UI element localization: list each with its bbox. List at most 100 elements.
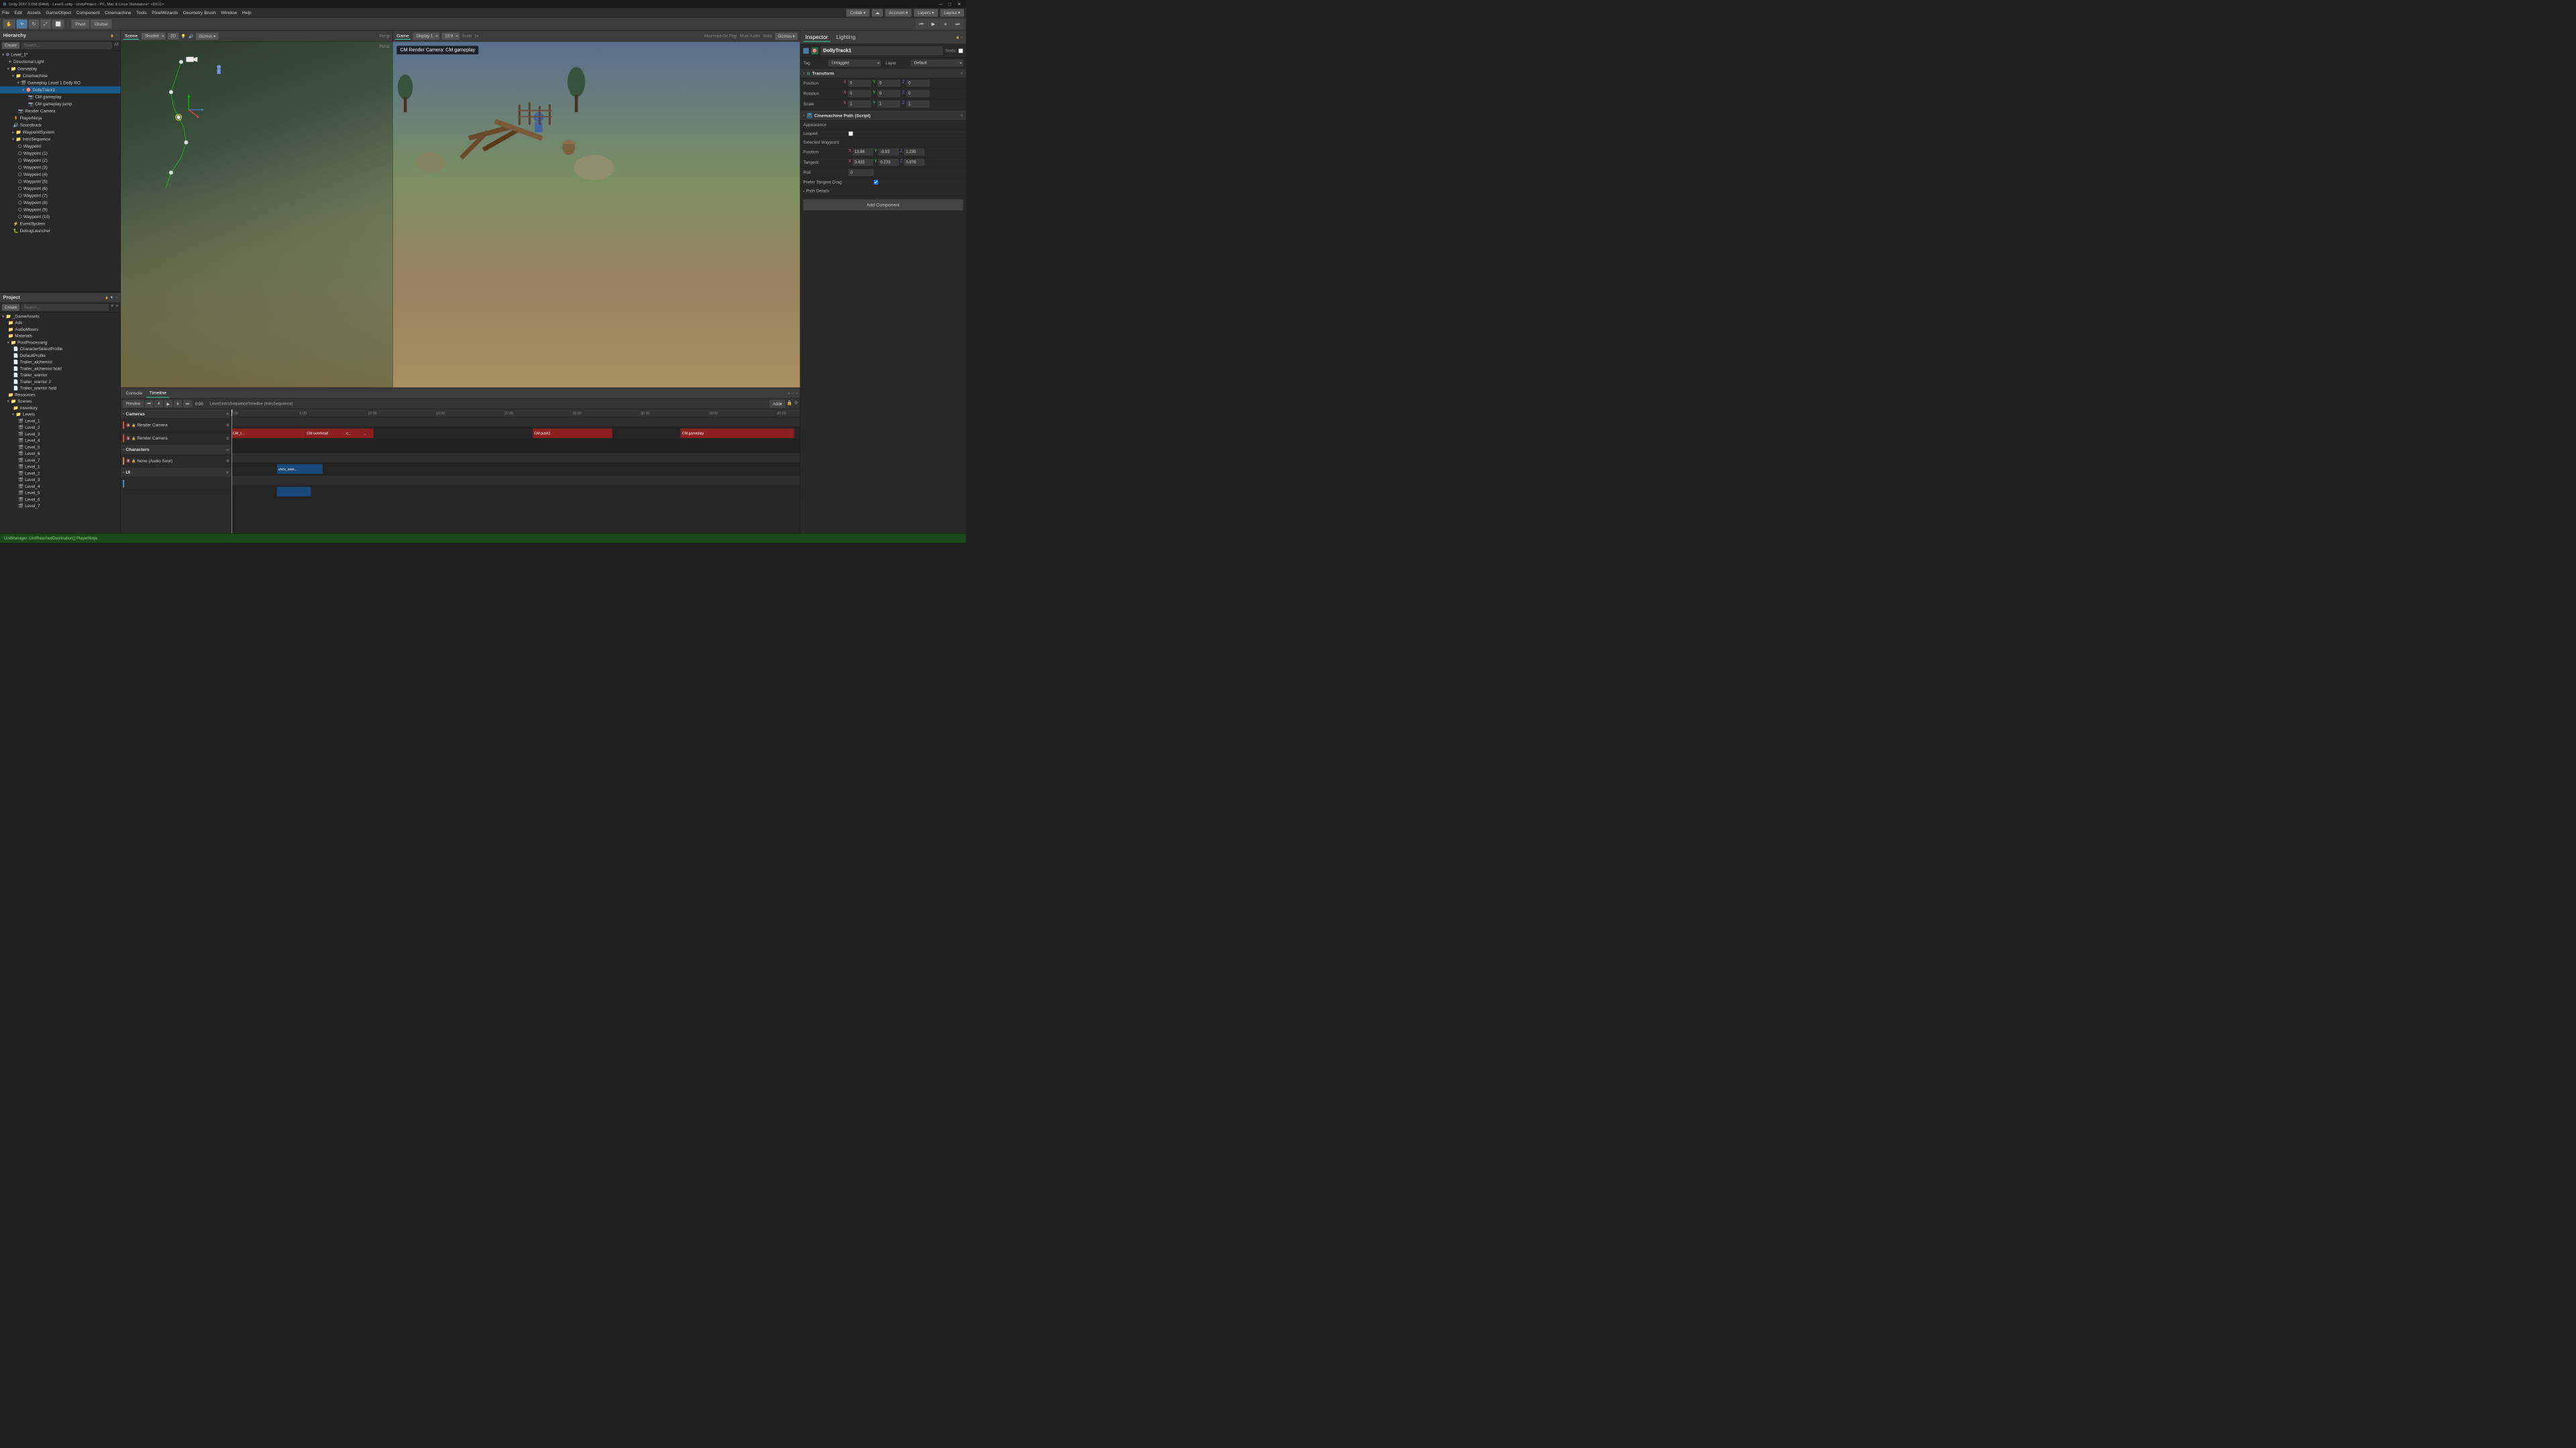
track-mute-icon-3[interactable]: 🔇: [126, 459, 131, 463]
wp-tan-y-input[interactable]: [879, 159, 899, 166]
wp-tan-x-input[interactable]: [853, 159, 873, 166]
p-item-level3[interactable]: 🎬Level_3: [0, 431, 121, 437]
p-item-level3b[interactable]: 🎬Level_3: [0, 476, 121, 483]
h-item-level1[interactable]: ▾⚙Level_1*: [0, 51, 121, 58]
track-lock-icon-3[interactable]: 🔒: [131, 459, 136, 463]
tl-end-btn[interactable]: ⏭: [183, 400, 191, 407]
inspector-lock-icon[interactable]: 🔒: [956, 36, 959, 39]
h-item-cm-gameplay[interactable]: 📷CM gameplay: [0, 93, 121, 101]
tl-prev-btn[interactable]: ⏴: [155, 400, 163, 407]
h-item-debuglauncher[interactable]: 🐛DebugLauncher: [0, 227, 121, 235]
h-item-waypoint9[interactable]: ⬡Waypoint (9): [0, 206, 121, 213]
p-item-trailer-warrior2[interactable]: 📄Trailer_warrior 2: [0, 378, 121, 385]
clip-c[interactable]: C...: [345, 429, 362, 438]
clip-cm-push2[interactable]: CM push2: [533, 429, 612, 438]
h-item-intro-sequence[interactable]: ▾📁IntroSequence: [0, 136, 121, 143]
looped-checkbox[interactable]: [849, 132, 853, 136]
obj-name-input[interactable]: [821, 46, 943, 54]
ui-add-btn[interactable]: +: [226, 469, 229, 476]
obj-active-checkbox[interactable]: [803, 48, 808, 53]
menu-window[interactable]: Window: [221, 10, 237, 15]
pos-y-input[interactable]: [877, 80, 900, 87]
h-item-eventsystem[interactable]: ⚡EventSystem: [0, 220, 121, 227]
timeline-expand-icon[interactable]: ⤢: [792, 392, 794, 395]
scale-y-input[interactable]: [877, 101, 900, 107]
render-camera-2-clips[interactable]: [231, 440, 800, 454]
obj-static-checkbox[interactable]: [959, 48, 963, 53]
clip-cm-overhead[interactable]: CM overhead: [305, 429, 345, 438]
rot-z-input[interactable]: [907, 91, 930, 97]
h-item-waypoint3[interactable]: ⬡Waypoint (3): [0, 164, 121, 171]
pos-z-input[interactable]: [907, 80, 930, 87]
p-item-ads[interactable]: 📁Ads: [0, 319, 121, 326]
characters-section-header[interactable]: ▾ Characters +: [121, 445, 231, 454]
h-item-waypoint2[interactable]: ⬡Waypoint (2): [0, 157, 121, 164]
menu-edit[interactable]: Edit: [14, 10, 22, 15]
timeline-lock-icon[interactable]: 🔒: [787, 400, 792, 407]
scene-viewport[interactable]: Persp: [121, 42, 392, 387]
close-btn[interactable]: ✕: [955, 1, 963, 7]
menu-tools[interactable]: Tools: [136, 10, 147, 15]
scene-lighting-icon[interactable]: 💡: [181, 34, 186, 39]
menu-gameobject[interactable]: GameObject: [46, 10, 71, 15]
menu-pixelwizards[interactable]: PixelWizards: [152, 10, 178, 15]
p-item-audiomixers[interactable]: 📁AudioMixers: [0, 326, 121, 333]
h-item-cinemachine[interactable]: ▾📁Cinemachine: [0, 72, 121, 80]
p-item-levels[interactable]: ▾📁Levels: [0, 411, 121, 418]
h-item-waypoint4[interactable]: ⬡Waypoint (4): [0, 171, 121, 178]
track-binding-icon-2[interactable]: ⚙: [226, 436, 229, 440]
p-item-level6b[interactable]: 🎬Level_6: [0, 496, 121, 503]
rot-y-input[interactable]: [877, 91, 900, 97]
ui-track-clips[interactable]: [231, 485, 800, 499]
wp-pos-x-input[interactable]: [853, 149, 873, 156]
menu-file[interactable]: File: [2, 10, 9, 15]
tl-next-btn[interactable]: ⏵: [174, 400, 182, 407]
p-item-level1b[interactable]: 🎬Level_1: [0, 464, 121, 470]
scene-audio-icon[interactable]: 🔊: [189, 34, 193, 39]
p-item-scenes[interactable]: ▾📁Scenes: [0, 398, 121, 405]
clip-cm-i[interactable]: CM_I...: [231, 429, 305, 438]
p-item-materials[interactable]: 📁Materials: [0, 333, 121, 340]
layout-button[interactable]: Layout ▾: [941, 9, 964, 16]
p-item-level7b[interactable]: 🎬Level_7: [0, 503, 121, 509]
track-mute-icon[interactable]: 🔇: [126, 423, 131, 427]
rotate-tool[interactable]: ↻: [29, 19, 39, 28]
p-item-gameassets[interactable]: ▾📁_GameAssets: [0, 313, 121, 319]
game-viewport[interactable]: CM Render Camera: CM gameplay: [392, 42, 800, 387]
transform-menu-icon[interactable]: ⚙: [961, 72, 963, 75]
track-binding-icon-3[interactable]: ⚙: [226, 459, 229, 463]
p-item-trailer-alchemist[interactable]: 📄Trailer_alchemist: [0, 359, 121, 366]
hierarchy-menu-icon[interactable]: ≡: [116, 34, 117, 38]
add-component-btn[interactable]: Add Component: [803, 199, 963, 210]
cinemachine-header[interactable]: ▾ 🎬 Cinemachine Path (Script) ⚙: [800, 111, 966, 121]
p-item-level2[interactable]: 🎬Level_2: [0, 424, 121, 431]
minimize-btn[interactable]: ─: [937, 1, 945, 7]
collab-button[interactable]: Collab ▾: [847, 9, 869, 16]
layers-button[interactable]: Layers ▾: [914, 9, 938, 16]
timeline-add-btn[interactable]: Add▾: [769, 400, 785, 407]
h-item-waypoint[interactable]: ⬡Waypoint: [0, 143, 121, 150]
p-item-level7[interactable]: 🎬Level_7: [0, 457, 121, 464]
p-item-trailer-alchemist-hold[interactable]: 📄Trailer_alchemist hold: [0, 365, 121, 372]
menu-help[interactable]: Help: [242, 10, 252, 15]
stats-btn[interactable]: Stats: [763, 33, 772, 40]
timeline-collapse-icon[interactable]: ⬇: [788, 392, 790, 395]
rect-tool[interactable]: ⬜: [52, 19, 64, 28]
pos-x-input[interactable]: [848, 80, 871, 87]
p-item-level4[interactable]: 🎬Level_4: [0, 437, 121, 444]
p-item-level1[interactable]: 🎬Level_1: [0, 417, 121, 424]
ui-section-header[interactable]: ▾ UI +: [121, 468, 231, 477]
h-item-dollytrack1[interactable]: ▾🎯DollyTrack1: [0, 87, 121, 94]
scene-tab[interactable]: Scene: [123, 33, 140, 40]
h-item-waypoint6[interactable]: ⬡Waypoint (6): [0, 185, 121, 193]
step-button[interactable]: ⏭: [952, 19, 963, 29]
ui-track[interactable]: [121, 477, 231, 490]
project-menu-icon[interactable]: ≡: [116, 296, 117, 299]
inspector-tab[interactable]: Inspector: [803, 33, 830, 42]
h-item-cm-gameplay-jump[interactable]: 📷CM gameplay jump: [0, 101, 121, 108]
project-eye-icon[interactable]: 👁: [111, 304, 114, 311]
scene-mode-select[interactable]: Shaded: [142, 33, 165, 40]
p-item-trailer-warrior-hold[interactable]: 📄Trailer_warrior hold: [0, 385, 121, 392]
account-button[interactable]: Account ▾: [885, 9, 912, 16]
wp-tan-z-input[interactable]: [904, 159, 924, 166]
